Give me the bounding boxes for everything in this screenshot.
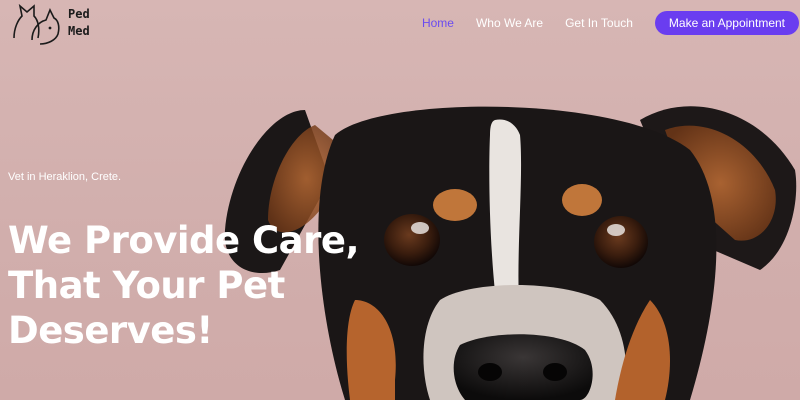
make-appointment-button[interactable]: Make an Appointment	[654, 11, 799, 35]
brand-name: Ped Med	[68, 6, 90, 40]
nav-home[interactable]: Home	[422, 16, 454, 30]
brand-line-1: Ped	[68, 7, 90, 21]
headline-line-1: We Provide Care,	[8, 219, 360, 262]
headline-line-2: That Your Pet	[8, 264, 285, 307]
main-nav: Home Who We Are Get In Touch Make an App…	[422, 11, 800, 35]
cat-and-dog-outline-icon	[13, 3, 60, 45]
logo[interactable]: Ped Med	[10, 0, 100, 46]
nav-who-we-are[interactable]: Who We Are	[476, 16, 543, 30]
brand-line-2: Med	[68, 24, 90, 38]
hero-eyebrow: Vet in Heraklion, Crete.	[8, 171, 122, 183]
hero-section: Ped Med Home Who We Are Get In Touch Mak…	[0, 0, 800, 400]
site-header: Ped Med Home Who We Are Get In Touch Mak…	[0, 0, 800, 46]
nav-get-in-touch[interactable]: Get In Touch	[565, 16, 633, 30]
hero-headline: We Provide Care, That Your Pet Deserves!	[8, 218, 388, 353]
headline-line-3: Deserves!	[8, 309, 213, 352]
